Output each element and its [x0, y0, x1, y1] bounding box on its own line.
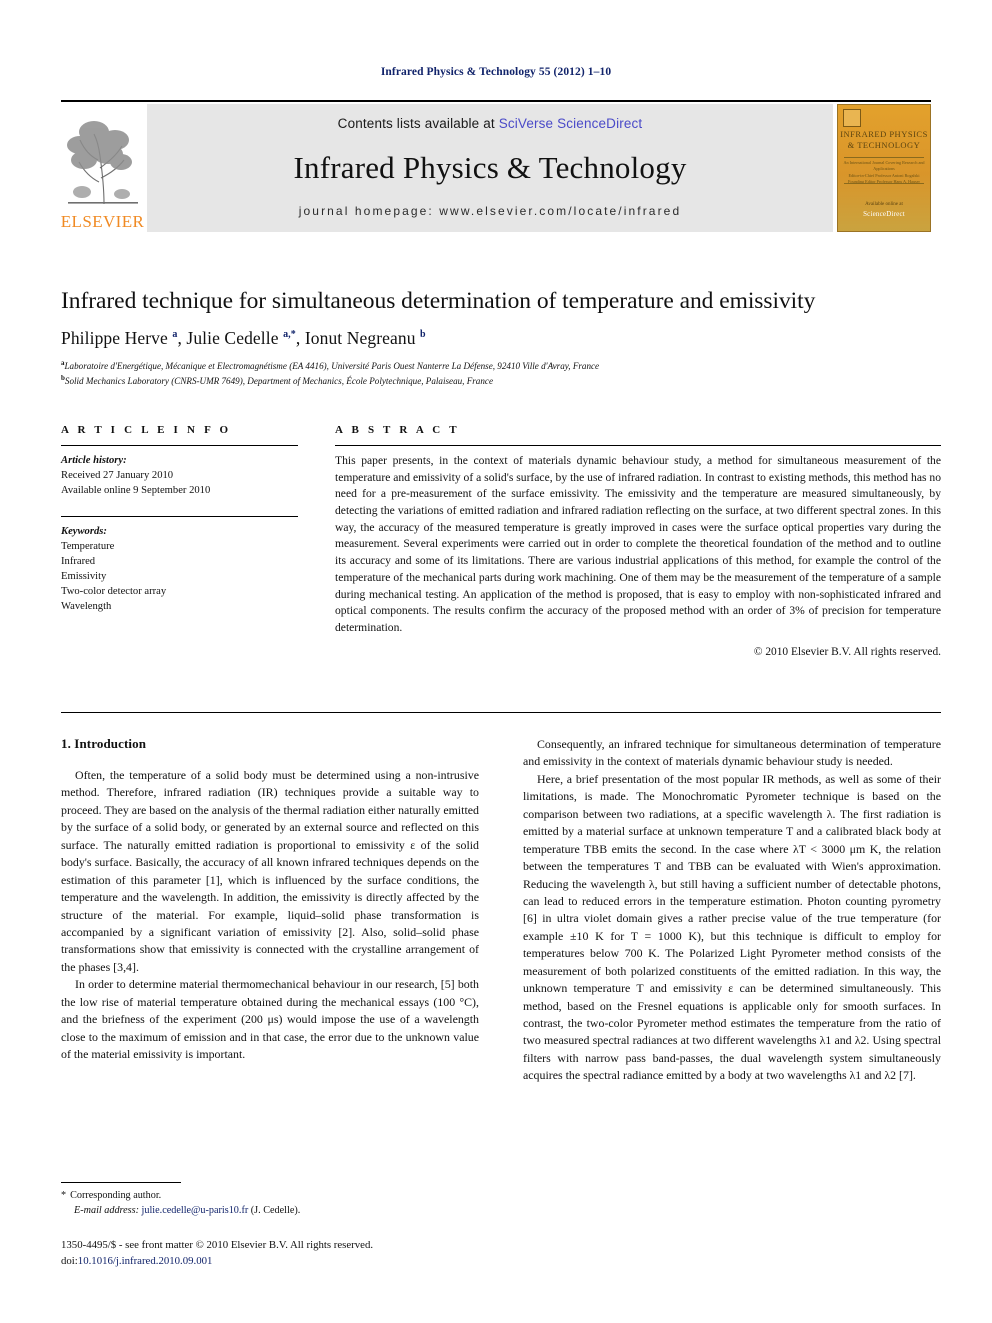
body-column-left: 1. Introduction Often, the temperature o…: [61, 736, 479, 1063]
email-line: E-mail address: julie.cedelle@u-paris10.…: [61, 1203, 481, 1218]
abstract-divider: [335, 445, 941, 446]
keyword-item: Two-color detector array: [61, 586, 167, 598]
running-citation: Infrared Physics & Technology 55 (2012) …: [380, 66, 612, 78]
corresponding-author-marker: *: [61, 1190, 67, 1201]
body-columns: 1. Introduction Often, the temperature o…: [61, 736, 941, 1186]
imprint-block: 1350-4495/$ - see front matter © 2010 El…: [61, 1238, 561, 1269]
article-info-divider-mid: [61, 516, 298, 518]
affiliation-b: bSolid Mechanics Laboratory (CNRS-UMR 76…: [61, 374, 493, 387]
abstract-heading: A B S T R A C T: [335, 424, 460, 436]
elsevier-wordmark: ELSEVIER: [60, 212, 145, 231]
affiliation-b-text: Solid Mechanics Laboratory (CNRS-UMR 764…: [64, 376, 493, 387]
body-paragraph: Consequently, an infrared technique for …: [523, 737, 941, 769]
article-info-divider-top: [61, 445, 298, 446]
journal-masthead: ELSEVIER Contents lists available at Sci…: [61, 100, 931, 232]
body-top-divider: [61, 712, 941, 713]
cover-sub-line2: Editor-in-Chief Professor Antoni Rogalsk…: [848, 172, 920, 178]
cover-foot-label: Available online at: [865, 201, 903, 207]
elsevier-logo: ELSEVIER: [61, 104, 144, 232]
page-title: Infrared technique for simultaneous dete…: [61, 288, 816, 314]
body-paragraph: Often, the temperature of a solid body m…: [61, 768, 479, 974]
body-paragraph: In order to determine material thermomec…: [61, 977, 479, 1061]
cover-rule-bottom: [844, 183, 924, 184]
cover-title-line2: & TECHNOLOGY: [847, 139, 921, 150]
abstract-column: A B S T R A C T This paper presents, in …: [335, 424, 941, 658]
masthead-center-panel: Contents lists available at SciVerse Sci…: [147, 104, 833, 232]
doi-line: doi:10.1016/j.infrared.2010.09.001: [61, 1254, 561, 1270]
cover-title-line1: INFRARED PHYSICS: [840, 129, 928, 139]
journal-cover-thumbnail[interactable]: INFRARED PHYSICS & TECHNOLOGY An Interna…: [837, 104, 931, 232]
keyword-item: Temperature: [61, 541, 115, 553]
cover-title: INFRARED PHYSICS & TECHNOLOGY: [838, 129, 930, 150]
corresponding-author-line: * Corresponding author.: [61, 1188, 481, 1203]
journal-title: Infrared Physics & Technology: [293, 150, 687, 185]
affiliation-a: aLaboratoire d'Energétique, Mécanique et…: [61, 359, 600, 372]
sciencedirect-link[interactable]: SciVerse ScienceDirect: [499, 116, 643, 131]
cover-footer: Available online at ScienceDirect: [838, 201, 930, 221]
cover-foot-brand: ScienceDirect: [863, 210, 905, 219]
abstract-text: This paper presents, in the context of m…: [335, 454, 941, 634]
affiliations: aLaboratoire d'Energétique, Mécanique et…: [61, 358, 941, 388]
body-paragraph: Here, a brief presentation of the most p…: [523, 771, 941, 1083]
article-history-label: Article history:: [61, 455, 127, 466]
author-list: Philippe Herve a, Julie Cedelle a,*, Ion…: [61, 328, 426, 348]
corresponding-author-label: Corresponding author.: [70, 1190, 162, 1201]
imprint-line: 1350-4495/$ - see front matter © 2010 El…: [61, 1239, 374, 1251]
email-label: E-mail address:: [74, 1205, 139, 1217]
footnote-block: * Corresponding author. E-mail address: j…: [61, 1188, 481, 1219]
footnote-divider: [61, 1182, 181, 1183]
contents-prefix: Contents lists available at: [337, 116, 499, 131]
paper-page: Infrared Physics & Technology 55 (2012) …: [0, 0, 992, 1323]
keywords-label: Keywords:: [61, 526, 107, 538]
abstract-copyright: © 2010 Elsevier B.V. All rights reserved…: [753, 645, 941, 658]
keywords-block: Keywords: Temperature Infrared Emissivit…: [61, 524, 298, 614]
cover-subtitle: An International Journal Covering Resear…: [838, 160, 930, 185]
keyword-item: Emissivity: [61, 571, 107, 583]
body-column-right: Consequently, an infrared technique for …: [523, 736, 941, 1085]
journal-homepage-link[interactable]: journal homepage: www.elsevier.com/locat…: [299, 204, 681, 218]
email-link[interactable]: julie.cedelle@u-paris10.fr: [142, 1205, 249, 1216]
article-history: Article history: Received 27 January 201…: [61, 453, 298, 498]
keyword-item: Infrared: [61, 556, 96, 568]
article-available-online: Available online 9 September 2010: [61, 485, 211, 497]
section-heading-introduction: 1. Introduction: [61, 736, 147, 751]
article-info-column: A R T I C L E I N F O Article history: R…: [61, 424, 298, 614]
doi-label: doi:: [61, 1254, 78, 1267]
doi-link[interactable]: 10.1016/j.infrared.2010.09.001: [78, 1255, 213, 1267]
elsevier-tree-icon: [66, 121, 138, 205]
affiliation-a-text: Laboratoire d'Energétique, Mécanique et …: [64, 361, 600, 372]
cover-publisher-mark: [843, 109, 861, 127]
keyword-item: Wavelength: [61, 601, 112, 613]
article-info-heading: A R T I C L E I N F O: [61, 424, 232, 436]
cover-sub-line1: An International Journal Covering Resear…: [843, 160, 925, 172]
contents-available-line: Contents lists available at SciVerse Sci…: [338, 116, 643, 131]
email-owner: (J. Cedelle).: [250, 1205, 301, 1217]
article-received: Received 27 January 2010: [61, 470, 174, 482]
cover-rule-top: [844, 157, 924, 158]
